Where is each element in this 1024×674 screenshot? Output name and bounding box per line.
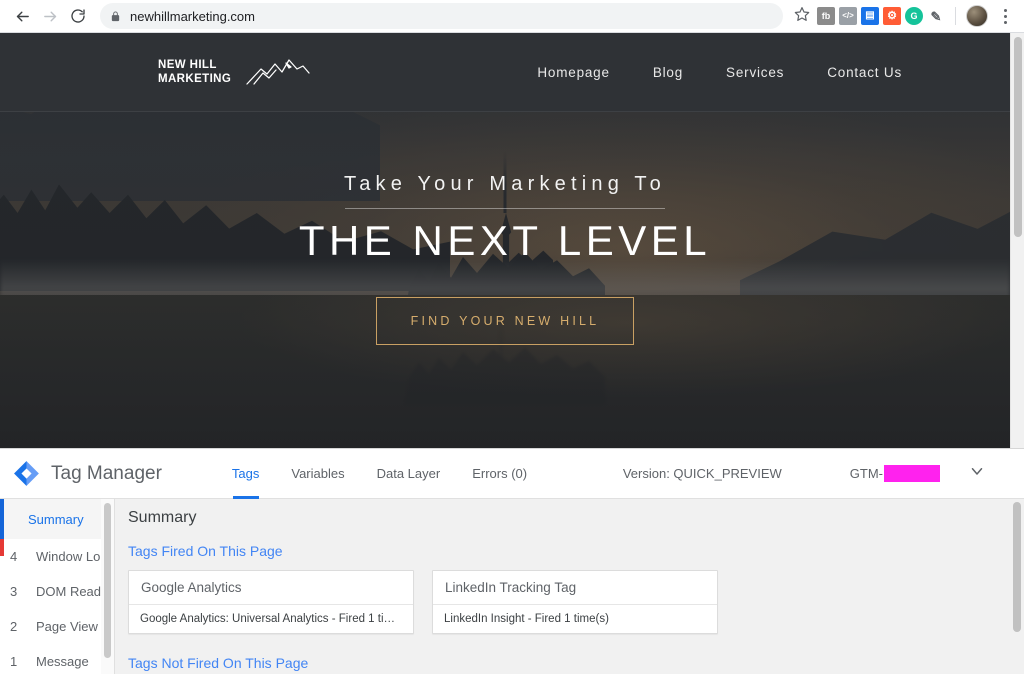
facebook-pixel-helper-icon[interactable]: fb	[817, 7, 835, 25]
container-id-redaction	[884, 465, 940, 482]
tag-manager-diamond-icon	[13, 460, 40, 487]
browser-toolbar: newhillmarketing.com fb </> ▤ ⚙ G ✎	[0, 0, 1024, 33]
grammarly-icon[interactable]: G	[905, 7, 923, 25]
site-logo[interactable]: NEW HILL MARKETING	[158, 57, 311, 87]
tag-card-name: LinkedIn Tracking Tag	[433, 571, 717, 605]
tag-card[interactable]: Google Analytics Google Analytics: Unive…	[128, 570, 414, 634]
nav-item-blog[interactable]: Blog	[653, 65, 683, 80]
tags-fired-heading[interactable]: Tags Fired On This Page	[128, 543, 1024, 559]
event-number: 4	[10, 549, 18, 564]
nav-item-services[interactable]: Services	[726, 65, 784, 80]
fired-tags-list: Google Analytics Google Analytics: Unive…	[128, 570, 1024, 634]
tag-manager-title: Tag Manager	[51, 462, 162, 484]
sidebar-item-label: Page View	[36, 619, 98, 634]
toolbar-divider	[955, 7, 956, 25]
tag-card[interactable]: LinkedIn Tracking Tag LinkedIn Insight -…	[432, 570, 718, 634]
nav-item-contact-us[interactable]: Contact Us	[827, 65, 902, 80]
address-bar[interactable]: newhillmarketing.com	[100, 3, 783, 29]
pen-tool-icon[interactable]: ✎	[927, 7, 945, 25]
extension-tray: fb </> ▤ ⚙ G ✎	[817, 3, 1016, 29]
version-label: Version: QUICK_PREVIEW	[622, 466, 782, 481]
tag-manager-preview-panel: Tag Manager Tags Variables Data Layer Er…	[0, 448, 1024, 674]
sidebar-scrollbar-thumb[interactable]	[104, 503, 111, 658]
page-scrollbar[interactable]	[1010, 33, 1024, 448]
sidebar-scrollbar[interactable]	[101, 499, 114, 674]
brand-wordmark: NEW HILL MARKETING	[158, 58, 231, 86]
tab-tags[interactable]: Tags	[216, 449, 275, 499]
browser-menu-icon[interactable]	[994, 3, 1016, 29]
site-navigation: Homepage Blog Services Contact Us	[537, 65, 902, 80]
sidebar-item-window-loaded[interactable]: 4 Window Loa…	[0, 539, 114, 574]
back-button[interactable]	[8, 2, 36, 30]
sidebar-item-label: DOM Ready	[36, 584, 108, 599]
reload-button[interactable]	[64, 2, 92, 30]
bookmark-button[interactable]	[789, 3, 815, 29]
tag-manager-header: Tag Manager Tags Variables Data Layer Er…	[0, 449, 1024, 499]
url-text: newhillmarketing.com	[130, 8, 255, 24]
reload-icon	[70, 8, 86, 24]
sidebar-item-label: Summary	[28, 511, 84, 527]
container-id: GTM-	[850, 465, 940, 482]
tag-card-detail: LinkedIn Insight - Fired 1 time(s)	[444, 613, 609, 625]
mountain-logo-icon	[245, 57, 311, 87]
code-inspector-icon[interactable]: </>	[839, 7, 857, 25]
nav-item-homepage[interactable]: Homepage	[537, 65, 609, 80]
panel-scrollbar-thumb[interactable]	[1013, 502, 1021, 632]
website-content: NEW HILL MARKETING Homepage Blog Service…	[0, 33, 1010, 448]
event-number: 3	[10, 584, 18, 599]
page-scrollbar-thumb[interactable]	[1014, 37, 1022, 237]
tab-data-layer[interactable]: Data Layer	[361, 449, 457, 499]
tag-card-name: Google Analytics	[129, 571, 413, 605]
container-id-prefix: GTM-	[849, 466, 883, 481]
hubspot-sprocket-icon[interactable]: ⚙	[883, 7, 901, 25]
tag-card-detail: Google Analytics: Universal Analytics - …	[140, 613, 413, 625]
page-title: Summary	[128, 509, 197, 526]
tag-manager-body: Summary 4 Window Loa… 3 DOM Ready 2 Page…	[0, 499, 1024, 674]
tag-assistant-icon[interactable]: ▤	[861, 7, 879, 25]
chevron-down-icon	[968, 462, 986, 485]
site-header: NEW HILL MARKETING Homepage Blog Service…	[0, 33, 1010, 112]
event-number: 1	[10, 654, 18, 669]
tab-variables[interactable]: Variables	[275, 449, 360, 499]
bookmark-star-icon	[794, 6, 810, 27]
page-viewport: NEW HILL MARKETING Homepage Blog Service…	[0, 33, 1024, 448]
brand-line-1: NEW HILL	[158, 59, 217, 71]
lock-icon	[110, 10, 121, 23]
hero-cta-button[interactable]: FIND YOUR NEW HILL	[375, 297, 635, 346]
tags-not-fired-heading[interactable]: Tags Not Fired On This Page	[128, 655, 308, 671]
back-arrow-icon	[14, 8, 31, 25]
forward-arrow-icon	[42, 8, 59, 25]
tab-errors[interactable]: Errors (0)	[456, 449, 543, 499]
brand-line-2: MARKETING	[158, 73, 232, 85]
summary-content: Summary Tags Fired On This Page Google A…	[115, 499, 1024, 674]
hero-title: THE NEXT LEVEL	[298, 217, 712, 264]
hero-kicker: Take Your Marketing To	[344, 173, 666, 195]
sidebar-item-summary[interactable]: Summary	[0, 499, 114, 539]
panel-collapse-button[interactable]	[968, 462, 986, 485]
forward-button[interactable]	[36, 2, 64, 30]
event-sidebar: Summary 4 Window Loa… 3 DOM Ready 2 Page…	[0, 499, 115, 674]
hero-divider	[345, 208, 665, 209]
sidebar-item-message[interactable]: 1 Message	[0, 644, 114, 674]
panel-scrollbar[interactable]	[1010, 499, 1024, 674]
sidebar-item-page-view[interactable]: 2 Page View	[0, 609, 114, 644]
user-avatar[interactable]	[966, 5, 988, 27]
sidebar-item-label: Message	[36, 654, 89, 669]
tag-manager-tabs: Tags Variables Data Layer Errors (0)	[216, 449, 543, 499]
hero-section: Take Your Marketing To THE NEXT LEVEL FI…	[0, 173, 1010, 346]
event-number: 2	[10, 619, 18, 634]
sidebar-item-dom-ready[interactable]: 3 DOM Ready	[0, 574, 114, 609]
